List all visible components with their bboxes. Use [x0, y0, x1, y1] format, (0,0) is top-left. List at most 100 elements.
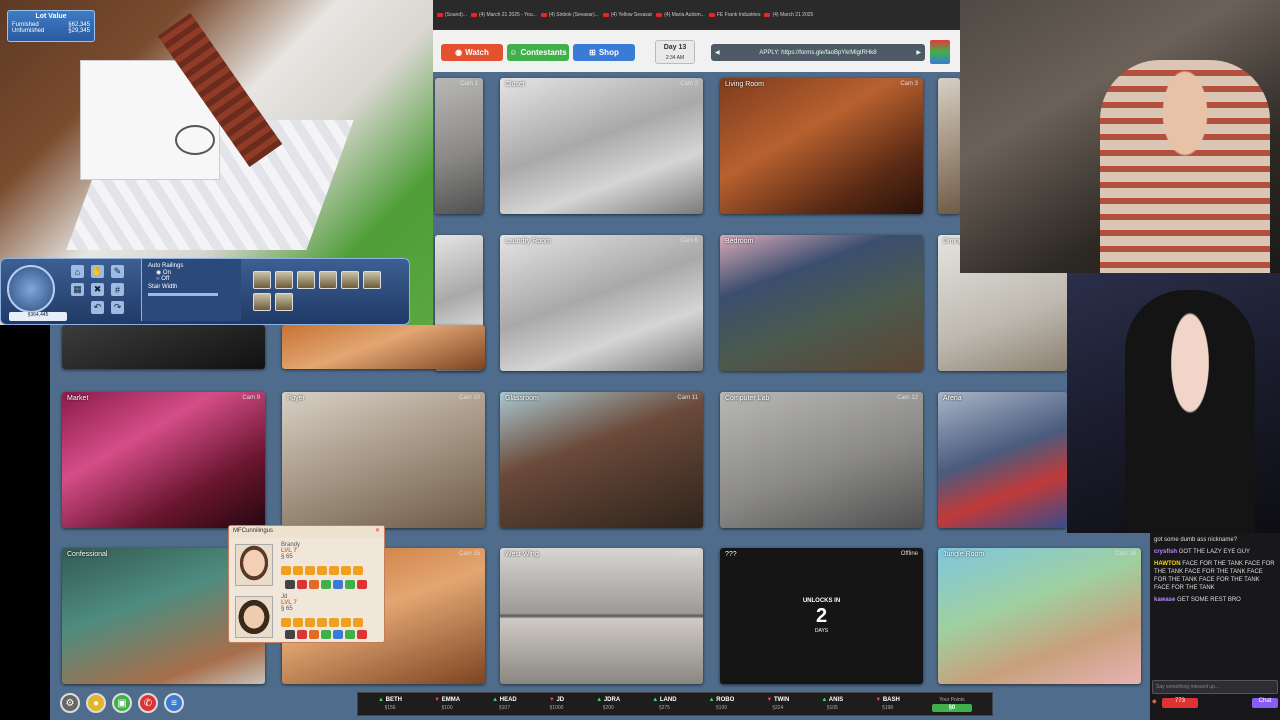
contestant-stat[interactable]: ▼ EMMA §100 — [434, 696, 460, 712]
camera-tile[interactable]: Living Room Cam 3 — [720, 78, 923, 214]
channel-points-icon[interactable]: ◆ — [1152, 698, 1157, 705]
action-button[interactable] — [329, 618, 339, 627]
action-button[interactable] — [341, 566, 351, 575]
camera-tile[interactable]: Bedroom — [720, 235, 923, 371]
stair-swatch[interactable] — [341, 271, 359, 289]
action-button[interactable] — [345, 580, 355, 589]
stair-width-slider[interactable] — [148, 293, 218, 296]
camera-tile[interactable]: Glassroom Cam 11 — [500, 392, 703, 528]
action-button[interactable] — [341, 618, 351, 627]
camera-tile[interactable]: Jungle Room Cam 18 — [938, 548, 1141, 684]
stair-swatch[interactable] — [253, 271, 271, 289]
action-button[interactable] — [305, 566, 315, 575]
browser-tab[interactable]: (4) Sinbok (Sevasar)... — [540, 12, 599, 18]
camera-tile[interactable] — [282, 325, 485, 369]
action-button[interactable] — [333, 580, 343, 589]
action-button[interactable] — [297, 580, 307, 589]
camera-control-wheel[interactable] — [7, 265, 55, 313]
shop-button[interactable]: ⊞ Shop — [573, 44, 635, 61]
camera-tile[interactable] — [62, 325, 265, 369]
action-button[interactable] — [353, 618, 363, 627]
action-button[interactable] — [309, 630, 319, 639]
stair-swatch[interactable] — [253, 293, 271, 311]
redo-icon[interactable]: ↷ — [111, 301, 124, 314]
action-button[interactable] — [285, 630, 295, 639]
grid-icon[interactable]: # — [111, 283, 124, 296]
sledgehammer-icon[interactable]: ✖ — [91, 283, 104, 296]
watch-button[interactable]: ◉ Watch — [441, 44, 503, 61]
contestant-stat[interactable]: ▼ JD §1000 — [549, 696, 564, 712]
browser-tab[interactable]: FE Frank Industries — [708, 12, 760, 18]
chat-send-button[interactable]: Chat — [1252, 698, 1278, 708]
action-button[interactable] — [357, 630, 367, 639]
channel-points[interactable]: 773 — [1162, 698, 1198, 708]
camera-tile[interactable]: Foyer Cam 10 — [282, 392, 485, 528]
contestant-stat[interactable]: ▲ ANIS §105 — [821, 696, 843, 712]
stair-tool-icon[interactable]: ⌂ — [71, 265, 84, 278]
action-button[interactable] — [305, 618, 315, 627]
camera-tile[interactable]: Closet Cam 2 — [500, 78, 703, 214]
action-button[interactable] — [345, 630, 355, 639]
wall-tool-icon[interactable]: ▦ — [71, 283, 84, 296]
stair-swatch[interactable] — [297, 271, 315, 289]
browser-tab[interactable]: (4) Maria Autism... — [656, 12, 705, 18]
camera-tile[interactable] — [938, 78, 960, 214]
chat-input[interactable]: Say something messed up... — [1152, 680, 1278, 694]
close-icon[interactable]: ✕ — [375, 527, 380, 534]
menu-button[interactable] — [930, 40, 950, 64]
action-button[interactable] — [293, 618, 303, 627]
action-button[interactable] — [353, 566, 363, 575]
action-button[interactable] — [321, 630, 331, 639]
camera-tile-locked[interactable]: ??? Offline UNLOCKS IN 2 DAYS — [720, 548, 923, 684]
contestant-stat[interactable]: ▲ JDRA §200 — [596, 696, 620, 712]
contestant-stat[interactable]: ▲ HEAD §107 — [492, 696, 517, 712]
coin-button[interactable]: ● — [86, 693, 106, 713]
camera-tile[interactable]: Laundry Room Cam 6 — [500, 235, 703, 371]
contestant-stat[interactable]: ▲ BETH §156 — [378, 696, 402, 712]
action-button[interactable] — [281, 566, 291, 575]
railings-off-option[interactable]: ○ Off — [148, 276, 235, 282]
action-button[interactable] — [321, 580, 331, 589]
stair-swatch[interactable] — [275, 293, 293, 311]
trend-down-icon: ▼ — [875, 697, 882, 703]
trend-down-icon: ▼ — [766, 697, 773, 703]
apply-link[interactable]: ◀ APPLY: https://forms.gle/faoBpYkrMlgtR… — [711, 44, 925, 61]
camera-tile[interactable]: Market Cam 9 — [62, 392, 265, 528]
shop-bag-button[interactable]: ▣ — [112, 693, 132, 713]
action-button[interactable] — [281, 618, 291, 627]
action-button[interactable] — [357, 580, 367, 589]
stair-swatch[interactable] — [275, 271, 293, 289]
camera-tile[interactable]: Arena — [938, 392, 1067, 528]
railings-on-option[interactable]: ◉ On — [148, 269, 235, 276]
action-button[interactable] — [317, 618, 327, 627]
contestant-stat[interactable]: ▼ TWIN §224 — [766, 696, 789, 712]
action-button[interactable] — [329, 566, 339, 575]
camera-tile[interactable]: West Wing Cam 16 — [500, 548, 703, 684]
undo-icon[interactable]: ↶ — [91, 301, 104, 314]
list-button[interactable]: ≡ — [164, 693, 184, 713]
camera-tile[interactable]: Computer Lab Cam 12 — [720, 392, 923, 528]
hand-tool-icon[interactable]: ✋ — [91, 265, 104, 278]
browser-tab[interactable]: (4) March 21 2025 — [764, 12, 813, 18]
action-button[interactable] — [293, 566, 303, 575]
action-button[interactable] — [285, 580, 295, 589]
camera-label: Arena — [943, 395, 962, 402]
browser-tab[interactable]: (4) Yellow Sevasar — [602, 12, 652, 18]
camera-label: Jungle Room — [943, 551, 985, 558]
action-button[interactable] — [333, 630, 343, 639]
stair-swatch[interactable] — [319, 271, 337, 289]
stair-swatch[interactable] — [363, 271, 381, 289]
browser-tab[interactable]: (Sound)... — [437, 12, 467, 18]
action-button[interactable] — [297, 630, 307, 639]
action-button[interactable] — [317, 566, 327, 575]
action-button[interactable] — [309, 580, 319, 589]
phone-button[interactable]: ✆ — [138, 693, 158, 713]
contestants-button[interactable]: ☺ Contestants — [507, 44, 569, 61]
eyedropper-icon[interactable]: ✎ — [111, 265, 124, 278]
settings-button[interactable]: ⚙ — [60, 693, 80, 713]
contestant-stat[interactable]: ▼ BASH §198 — [875, 696, 900, 712]
camera-tile[interactable]: Cam 1 — [435, 78, 483, 214]
contestant-stat[interactable]: ▲ ROBO §100 — [709, 696, 735, 712]
contestant-stat[interactable]: ▲ LAND §275 — [652, 696, 676, 712]
browser-tab[interactable]: (4) March 21 2025 - You... — [470, 12, 537, 18]
